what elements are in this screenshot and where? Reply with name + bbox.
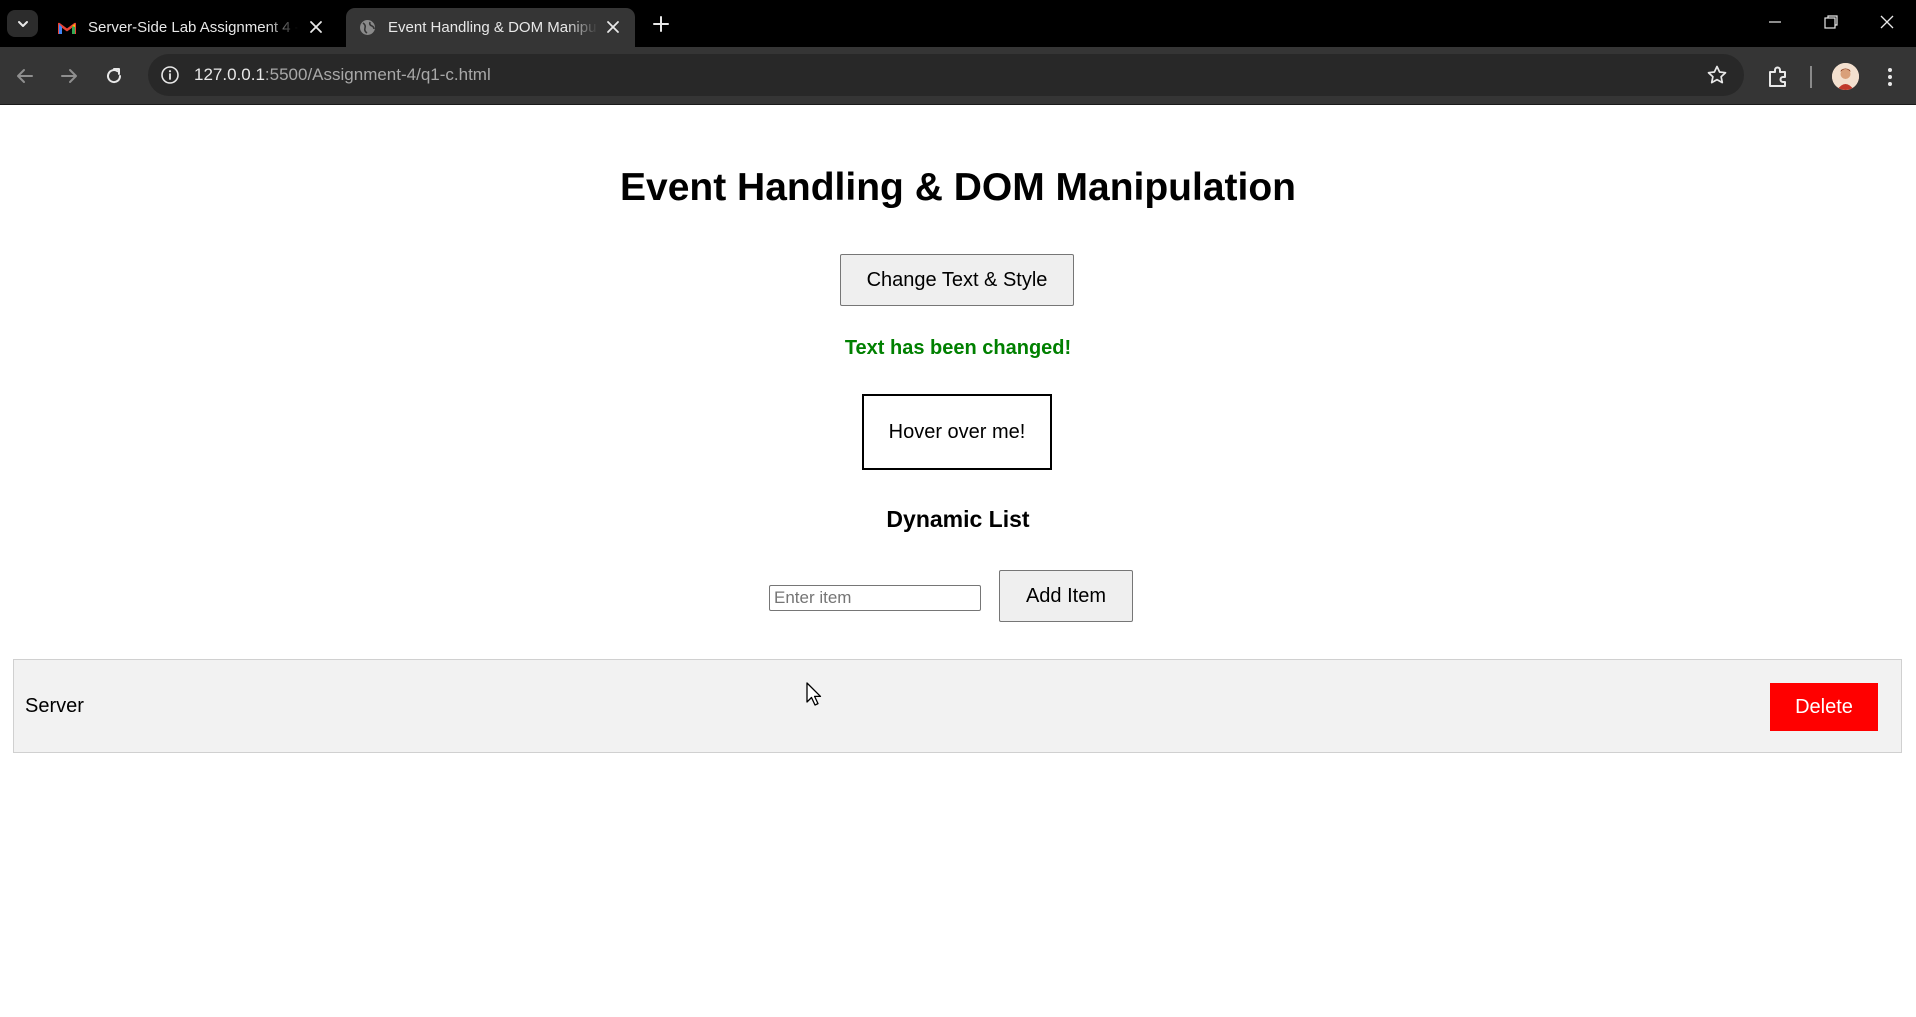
forward-arrow-icon[interactable] [56, 63, 82, 89]
back-arrow-icon[interactable] [12, 63, 38, 89]
list-item-label: Server [25, 695, 84, 717]
page-title: Event Handling & DOM Manipulation [620, 166, 1296, 209]
profile-avatar[interactable] [1832, 63, 1859, 90]
reload-icon[interactable] [101, 63, 127, 89]
status-text: Text has been changed! [844, 337, 1072, 359]
tab-event-handling[interactable]: Event Handling & DOM Manipu [346, 8, 635, 47]
bookmark-star-icon[interactable] [1706, 64, 1728, 86]
hover-box[interactable]: Hover over me! [862, 394, 1052, 470]
url-text[interactable]: 127.0.0.1:5500/Assignment-4/q1-c.html [194, 65, 491, 85]
add-item-button[interactable]: Add Item [999, 570, 1133, 622]
gmail-icon [58, 19, 76, 37]
tab-search-button[interactable] [7, 10, 38, 37]
close-icon[interactable] [308, 19, 324, 35]
hover-box-label: Hover over me! [888, 420, 1026, 443]
delete-button[interactable]: Delete [1770, 683, 1878, 731]
change-text-style-button[interactable]: Change Text & Style [840, 254, 1074, 306]
chevron-down-icon [17, 20, 28, 27]
address-bar[interactable]: 127.0.0.1:5500/Assignment-4/q1-c.html [148, 54, 1744, 96]
tab-gmail[interactable]: Server-Side Lab Assignment 4 - [46, 8, 338, 47]
browser-toolbar: 127.0.0.1:5500/Assignment-4/q1-c.html [0, 47, 1916, 105]
site-info-icon[interactable] [160, 65, 180, 85]
dynamic-list-heading: Dynamic List [886, 506, 1030, 532]
more-menu-icon[interactable] [1878, 64, 1902, 90]
avatar-icon [1832, 63, 1859, 90]
item-input[interactable] [769, 585, 981, 611]
tab-title: Server-Side Lab Assignment 4 - [88, 19, 298, 36]
globe-icon [358, 19, 376, 37]
new-tab-plus-icon[interactable] [650, 13, 672, 35]
list-item: Server Delete [13, 659, 1902, 753]
extensions-puzzle-icon[interactable] [1765, 64, 1791, 90]
restore-icon[interactable] [1819, 10, 1843, 34]
tab-title: Event Handling & DOM Manipu [388, 19, 597, 36]
mouse-cursor-icon [806, 682, 822, 706]
minimize-icon[interactable] [1763, 10, 1787, 34]
url-host: 127.0.0.1 [194, 65, 265, 84]
page-content: Event Handling & DOM Manipulation Change… [0, 106, 1916, 1017]
close-icon[interactable] [605, 19, 621, 35]
browser-tabstrip: Server-Side Lab Assignment 4 - Event Han… [0, 0, 1916, 47]
url-path: :5500/Assignment-4/q1-c.html [264, 65, 491, 84]
close-window-icon[interactable] [1875, 10, 1899, 34]
toolbar-divider [1810, 66, 1812, 88]
